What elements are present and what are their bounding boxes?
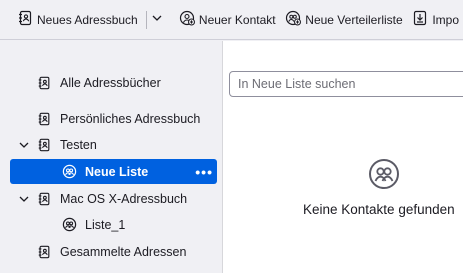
address-book-icon [37,76,51,90]
address-book-icon [37,138,51,152]
sidebar-item-label: Liste_1 [85,217,126,232]
sidebar-item-neue-liste[interactable]: Neue Liste ••• [10,159,217,184]
new-addressbook-dropdown[interactable] [151,7,163,33]
empty-state-text: Keine Kontakte gefunden [303,202,455,217]
sidebar-item-label: Alle Adressbücher [60,75,161,90]
new-list-label: Neue Verteilerliste [305,12,403,27]
sidebar-item-liste-1[interactable]: Liste_1 [10,212,217,237]
sidebar-item-label: Gesammelte Adressen [60,244,187,259]
new-addressbook-label: Neues Adressbuch [37,12,138,27]
import-label: Impo [432,12,460,27]
toolbar: Neues Adressbuch Neuer Kontakt Neue Vert… [0,0,463,40]
add-contact-icon [179,10,195,29]
import-button[interactable]: Impo [408,7,463,33]
sidebar-item-label: Neue Liste [85,164,149,179]
new-contact-button[interactable]: Neuer Kontakt [175,7,280,33]
contacts-group-icon [368,158,400,193]
new-list-button[interactable]: Neue Verteilerliste [281,7,406,33]
address-book-icon [37,192,51,206]
sidebar-item-personal-addressbook[interactable]: Persönliches Adressbuch [10,106,217,131]
sidebar-item-label: Mac OS X-Adressbuch [60,191,188,206]
sidebar-item-label: Testen [60,137,97,152]
sidebar: Alle Adressbücher Persönliches Adressbuc… [0,41,222,273]
more-options-icon[interactable]: ••• [195,164,213,180]
sidebar-item-mac-os-x-addressbook[interactable]: Mac OS X-Adressbuch [10,186,217,211]
chevron-down-icon[interactable] [17,192,31,206]
sidebar-item-all-addressbooks[interactable]: Alle Adressbücher [10,70,217,95]
new-addressbook-button[interactable]: Neues Adressbuch [13,7,142,33]
contacts-pane: Keine Kontakte gefunden [223,41,463,273]
chevron-down-icon [151,12,163,27]
sidebar-item-testen[interactable]: Testen [10,132,217,157]
new-contact-label: Neuer Kontakt [198,12,276,27]
search-input[interactable] [229,71,463,97]
sidebar-item-label: Persönliches Adressbuch [60,111,201,126]
add-list-icon [285,10,302,29]
import-icon [412,10,428,29]
address-book-icon [17,10,33,29]
address-book-icon [37,112,51,126]
mailing-list-icon [62,164,77,179]
chevron-down-icon[interactable] [17,138,31,152]
mailing-list-icon [62,217,77,232]
address-book-icon [37,245,51,259]
sidebar-item-collected-addresses[interactable]: Gesammelte Adressen [10,239,217,264]
